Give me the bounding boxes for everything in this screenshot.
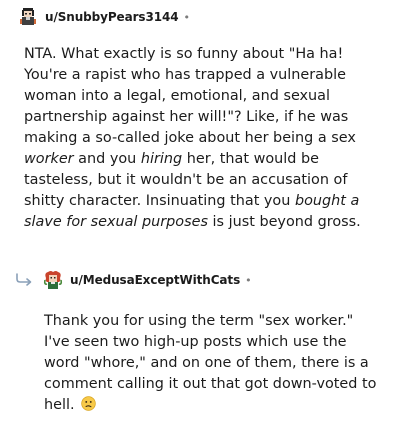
username[interactable]: u/SnubbyPears3144	[45, 10, 179, 24]
username[interactable]: u/MedusaExceptWithCats	[70, 273, 240, 287]
comment-text: Thank you for using the term "sex worker…	[44, 311, 379, 416]
emphasized-text: worker	[24, 151, 74, 167]
comment-body: NTA. What exactly is so funny about "Ha …	[24, 44, 384, 233]
comment-text-span: is just beyond gross.	[207, 214, 361, 230]
emphasized-text: hiring	[140, 151, 183, 167]
confused-face-emoji-icon	[81, 396, 96, 411]
separator-dot: •	[183, 10, 190, 24]
reply-arrow-icon	[16, 273, 32, 286]
comment-header: u/SnubbyPears3144 •	[18, 7, 190, 27]
user-avatar-icon[interactable]	[43, 270, 63, 290]
comment-text-span: NTA. What exactly is so funny about "Ha …	[24, 46, 356, 146]
reply-header: u/MedusaExceptWithCats •	[14, 270, 252, 290]
comment-text: NTA. What exactly is so funny about "Ha …	[24, 44, 384, 233]
separator-dot: •	[245, 273, 252, 287]
reply-body: Thank you for using the term "sex worker…	[44, 311, 379, 416]
user-avatar-icon[interactable]	[18, 7, 38, 27]
comment-text-span: and you	[73, 151, 141, 167]
